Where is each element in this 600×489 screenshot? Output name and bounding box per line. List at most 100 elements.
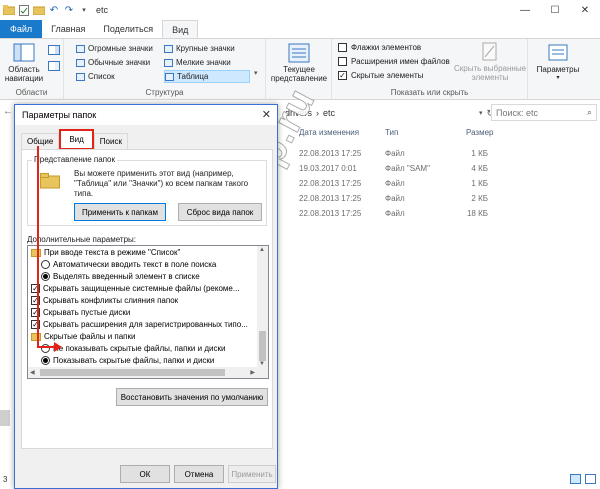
ribbon: Область навигации Области Огромные значк… <box>0 38 600 100</box>
details-icon <box>165 72 174 81</box>
layout-small-icons[interactable]: Мелкие значки <box>164 56 231 69</box>
vertical-scrollbar[interactable]: ▲ ▼ <box>257 246 268 368</box>
navigation-pane-button[interactable]: Область навигации <box>2 43 46 83</box>
nav-back-icon[interactable]: ← <box>3 106 13 117</box>
hide-selected-icon <box>482 42 497 61</box>
checkbox[interactable] <box>338 57 347 66</box>
search-input[interactable]: Поиск: etc ⌕ <box>491 104 597 121</box>
list-item-label: Скрывать защищенные системные файлы (рек… <box>43 284 240 293</box>
address-dropdown-icon[interactable]: ▾ <box>479 109 483 117</box>
scroll-left-icon[interactable]: ◀ <box>30 369 35 376</box>
list-item[interactable]: Показывать скрытые файлы, папки и диски <box>41 355 214 366</box>
advanced-settings-list[interactable]: При вводе текста в режиме "Список" Автом… <box>27 245 269 379</box>
close-icon[interactable]: ✕ <box>570 0 600 20</box>
list-item[interactable]: Скрытые файлы и папки <box>31 331 135 342</box>
radio-button[interactable] <box>41 260 50 269</box>
status-item-count: 3 <box>3 475 8 484</box>
tab-search[interactable]: Поиск <box>93 133 128 149</box>
hidden-items-toggle[interactable]: ✓ Скрытые элементы <box>338 71 423 80</box>
apply-button[interactable]: Применить <box>228 465 276 483</box>
file-type: Файл <box>385 149 405 158</box>
horizontal-scrollbar[interactable]: ◀ ▶ <box>28 367 268 378</box>
list-item[interactable]: При вводе текста в режиме "Список" <box>31 247 180 258</box>
list-item-label: Не показывать скрытые файлы, папки и дис… <box>53 344 226 353</box>
cancel-button[interactable]: Отмена <box>174 465 224 483</box>
maximize-icon[interactable]: ☐ <box>540 0 570 20</box>
tab-file[interactable]: Файл <box>0 20 43 38</box>
column-size[interactable]: Размер <box>466 128 494 137</box>
large-icons-view-icon[interactable] <box>585 474 596 484</box>
current-view-button[interactable]: Текущее представление <box>268 43 330 83</box>
details-view-icon[interactable] <box>570 474 581 484</box>
list-item[interactable]: ✓ Скрывать защищенные системные файлы (ре… <box>31 283 240 294</box>
file-extensions-toggle[interactable]: Расширения имен файлов <box>338 57 450 66</box>
list-item[interactable]: Не показывать скрытые файлы, папки и дис… <box>41 343 225 354</box>
ribbon-tabs: Файл Главная Поделиться Вид <box>0 20 600 38</box>
scroll-up-icon[interactable]: ▲ <box>259 247 265 253</box>
group-options: Параметры ▾ <box>528 39 586 99</box>
file-type: Файл "SAM" <box>385 164 430 173</box>
scroll-thumb[interactable] <box>259 331 266 361</box>
tab-general[interactable]: Общие <box>21 133 60 149</box>
file-date: 22.08.2013 17:25 <box>299 209 362 218</box>
file-type: Файл <box>385 179 405 188</box>
apply-to-folders-button[interactable]: Применить к папкам <box>74 203 166 221</box>
folder-options-dialog: Параметры папок ✕ Общие Вид Поиск Предст… <box>14 104 278 489</box>
reset-folders-button[interactable]: Сброс вида папок <box>178 203 262 221</box>
ok-button[interactable]: ОК <box>120 465 170 483</box>
list-item[interactable]: Выделять введенный элемент в списке <box>41 271 200 282</box>
advanced-settings-label: Дополнительные параметры: <box>27 235 136 244</box>
list-item[interactable]: ✓ Скрывать расширения для зарегистрирован… <box>31 319 248 330</box>
undo-icon[interactable]: ↶ <box>48 4 60 16</box>
qat-dropdown-icon[interactable]: ▾ <box>78 4 90 16</box>
tab-view[interactable]: Вид <box>162 20 199 38</box>
options-button[interactable]: Параметры ▾ <box>532 43 584 83</box>
tab-share[interactable]: Поделиться <box>94 20 162 38</box>
column-type[interactable]: Тип <box>385 128 398 137</box>
search-icon: ⌕ <box>586 107 592 117</box>
layout-list[interactable]: Список <box>76 70 115 83</box>
tab-home[interactable]: Главная <box>42 20 94 38</box>
preview-pane-icon[interactable] <box>48 45 60 57</box>
radio-button-selected[interactable] <box>41 272 50 281</box>
breadcrumb-etc[interactable]: etc <box>323 108 335 118</box>
folder-icon <box>31 248 41 257</box>
hide-selected-button[interactable]: Скрыть выбранные элементы <box>450 42 530 82</box>
item-checkboxes-toggle[interactable]: Флажки элементов <box>338 43 421 52</box>
structure-group-label: Структура <box>145 88 184 97</box>
new-folder-icon[interactable] <box>33 4 45 16</box>
view-tab-panel: Представление папок Вы можете применить … <box>21 149 273 449</box>
list-item[interactable]: ✓ Скрывать конфликты слияния папок <box>31 295 178 306</box>
checkbox-label: Флажки элементов <box>351 43 422 52</box>
list-item[interactable]: ✓ Скрывать пустые диски <box>31 307 130 318</box>
restore-defaults-button[interactable]: Восстановить значения по умолчанию <box>116 388 268 406</box>
group-show-hide: Флажки элементов Расширения имен файлов … <box>332 39 528 99</box>
breadcrumb-drivers[interactable]: drivers <box>285 108 312 118</box>
scroll-right-icon[interactable]: ▶ <box>250 369 255 376</box>
file-size: 18 КБ <box>466 209 488 218</box>
layout-details[interactable]: Таблица <box>164 70 250 83</box>
nav-pane-selection[interactable] <box>0 410 10 426</box>
folder-view-description: Вы можете применить этот вид (например, … <box>74 169 249 198</box>
huge-icons-icon <box>76 44 85 53</box>
file-date: 22.08.2013 17:25 <box>299 149 362 158</box>
quick-access-toolbar: ↶ ↷ ▾ <box>0 4 90 16</box>
list-item[interactable]: Автоматически вводить текст в поле поиск… <box>41 259 216 270</box>
minimize-icon[interactable]: — <box>510 0 540 20</box>
column-date[interactable]: Дата изменения <box>299 128 359 137</box>
layout-expand-icon[interactable]: ▾ <box>254 69 258 77</box>
layout-huge-icons[interactable]: Огромные значки <box>76 42 153 55</box>
file-type: Файл <box>385 194 405 203</box>
properties-icon[interactable] <box>18 4 30 16</box>
layout-large-icons[interactable]: Крупные значки <box>164 42 235 55</box>
redo-icon[interactable]: ↷ <box>63 4 75 16</box>
checkbox[interactable] <box>338 43 347 52</box>
scroll-thumb[interactable] <box>40 369 225 376</box>
tab-view[interactable]: Вид <box>59 129 94 150</box>
checkbox-checked[interactable]: ✓ <box>338 71 347 80</box>
details-pane-icon[interactable] <box>48 61 60 73</box>
radio-button-selected[interactable] <box>41 356 50 365</box>
layout-medium-icons[interactable]: Обычные значки <box>76 56 150 69</box>
close-icon[interactable]: ✕ <box>262 108 271 121</box>
breadcrumb: drivers › etc ▾ ↻ <box>283 108 494 119</box>
